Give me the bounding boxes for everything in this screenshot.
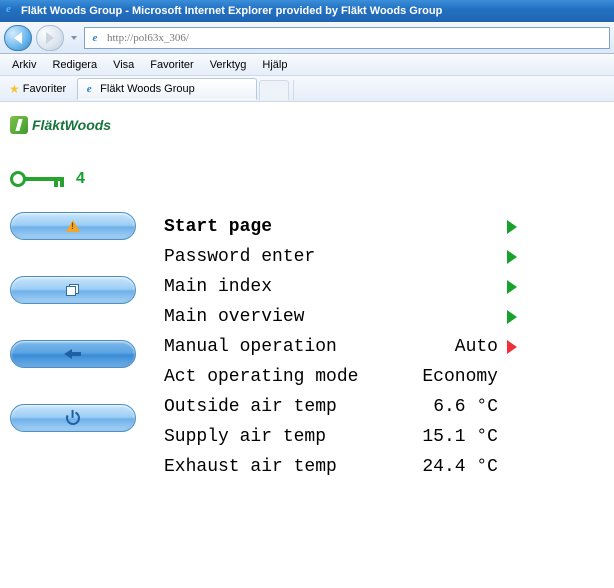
row-main-index[interactable]: Main index — [164, 272, 604, 302]
nav-arrow-icon — [504, 220, 520, 234]
row-label: Supply air temp — [164, 427, 394, 447]
row-label: Exhaust air temp — [164, 457, 394, 477]
power-button[interactable] — [10, 404, 136, 432]
row-label: Main overview — [164, 307, 394, 327]
menu-verktyg[interactable]: Verktyg — [202, 56, 255, 74]
access-level-row: 4 — [10, 170, 604, 188]
row-label: Start page — [164, 217, 394, 237]
row-value: Auto — [394, 337, 504, 357]
row-value: Economy — [394, 367, 504, 387]
menu-visa[interactable]: Visa — [105, 56, 142, 74]
row-main-overview[interactable]: Main overview — [164, 302, 604, 332]
window-title: Fläkt Woods Group - Microsoft Internet E… — [21, 5, 442, 17]
documents-icon — [66, 284, 80, 296]
row-start-page[interactable]: Start page — [164, 212, 604, 242]
power-icon — [64, 409, 82, 427]
row-manual-operation[interactable]: Manual operation Auto — [164, 332, 604, 362]
address-input[interactable] — [107, 32, 607, 44]
tab-page-icon — [82, 82, 96, 96]
brand-logo: FläktWoods — [10, 110, 604, 140]
row-value: 15.1 °C — [394, 427, 504, 447]
back-button[interactable] — [4, 25, 32, 51]
forward-button[interactable] — [36, 25, 64, 51]
warning-icon — [66, 220, 80, 232]
browser-tab[interactable]: Fläkt Woods Group — [77, 78, 257, 100]
row-label: Manual operation — [164, 337, 394, 357]
back-page-button[interactable] — [10, 340, 136, 368]
favorites-bar: ★ Favoriter Fläkt Woods Group — [0, 76, 614, 102]
ie-icon — [4, 4, 18, 18]
address-bar[interactable] — [84, 27, 610, 49]
browser-navbar — [0, 22, 614, 54]
window-titlebar: Fläkt Woods Group - Microsoft Internet E… — [0, 0, 614, 22]
nav-arrow-icon — [504, 310, 520, 324]
row-outside-air-temp: Outside air temp 6.6 °C — [164, 392, 604, 422]
menu-bar: Arkiv Redigera Visa Favoriter Verktyg Hj… — [0, 54, 614, 76]
tab-title: Fläkt Woods Group — [100, 83, 195, 95]
menu-redigera[interactable]: Redigera — [44, 56, 105, 74]
row-value: 6.6 °C — [394, 397, 504, 417]
alarm-button[interactable] — [10, 212, 136, 240]
row-act-operating-mode: Act operating mode Economy — [164, 362, 604, 392]
star-icon: ★ — [9, 82, 20, 96]
page-content: FläktWoods 4 Start page Password enter — [0, 102, 614, 490]
brand-mark-icon — [10, 116, 28, 134]
nav-history-dropdown[interactable] — [68, 25, 80, 51]
favorites-label: Favoriter — [23, 83, 66, 95]
page-icon — [87, 30, 103, 46]
nav-arrow-icon — [504, 250, 520, 264]
side-buttons — [10, 212, 140, 482]
row-label: Outside air temp — [164, 397, 394, 417]
key-icon — [10, 171, 64, 187]
menu-favoriter[interactable]: Favoriter — [142, 56, 201, 74]
access-level-value: 4 — [76, 170, 85, 188]
brand-name: FläktWoods — [32, 117, 111, 133]
tab-strip: Fläkt Woods Group — [77, 78, 323, 100]
arrow-left-icon — [64, 350, 82, 358]
new-tab-button[interactable] — [259, 80, 289, 100]
nav-arrow-icon — [504, 340, 520, 354]
menu-hjalp[interactable]: Hjälp — [254, 56, 295, 74]
row-label: Act operating mode — [164, 367, 394, 387]
favorites-button[interactable]: ★ Favoriter — [2, 79, 73, 99]
nav-arrow-icon — [504, 280, 520, 294]
menu-arkiv[interactable]: Arkiv — [4, 56, 44, 74]
row-password-enter[interactable]: Password enter — [164, 242, 604, 272]
pages-button[interactable] — [10, 276, 136, 304]
row-label: Password enter — [164, 247, 394, 267]
row-label: Main index — [164, 277, 394, 297]
tab-separator — [293, 80, 323, 100]
row-value: 24.4 °C — [394, 457, 504, 477]
menu-rows: Start page Password enter Main index Mai… — [164, 212, 604, 482]
row-supply-air-temp: Supply air temp 15.1 °C — [164, 422, 604, 452]
row-exhaust-air-temp: Exhaust air temp 24.4 °C — [164, 452, 604, 482]
